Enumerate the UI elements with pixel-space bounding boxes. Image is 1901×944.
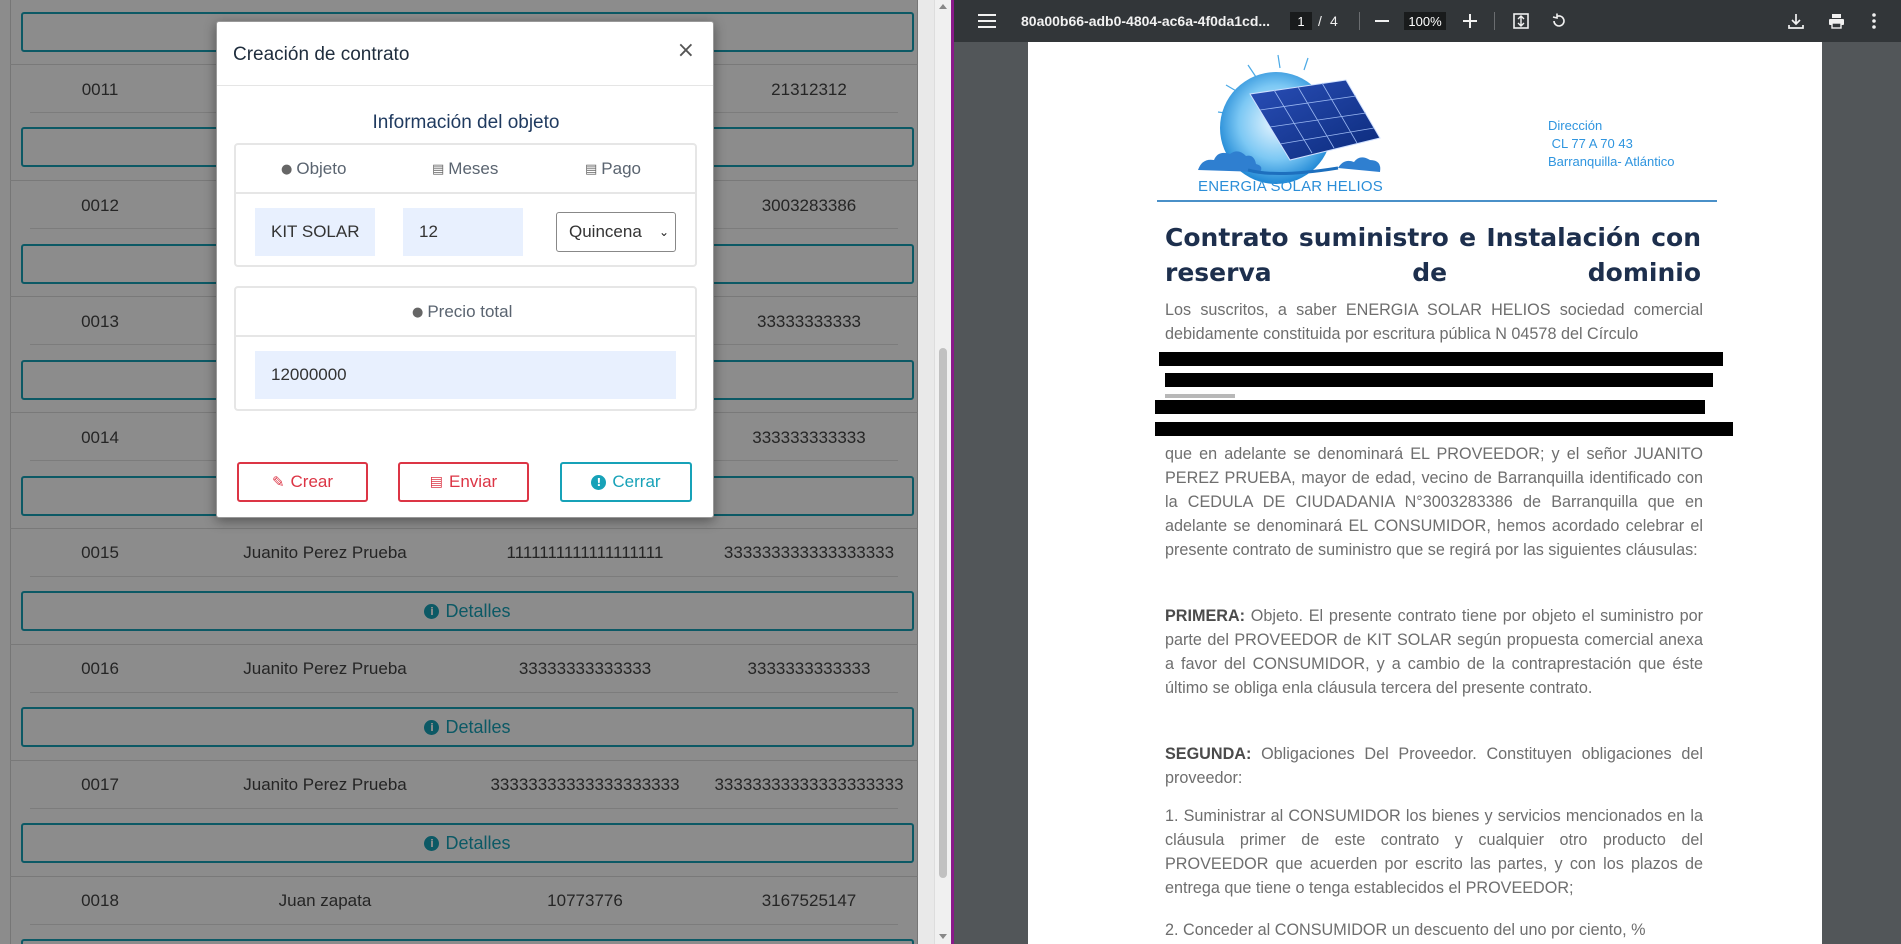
close-button[interactable]: ! Cerrar (560, 462, 692, 502)
address-label: Dirección (1548, 118, 1603, 133)
menu-icon[interactable] (974, 0, 1000, 42)
clause-item-1: 1. Suministrar al CONSUMIDOR los bienes … (1165, 807, 1703, 897)
header-months: ▤ Meses (432, 159, 498, 179)
redaction-bar (1165, 373, 1713, 387)
contract-title: Contrato suministro e Instalación con re… (1165, 223, 1701, 287)
toolbar-separator (1494, 12, 1495, 30)
clause-second-label: SEGUNDA: (1165, 745, 1252, 763)
user-icon: ● (412, 304, 424, 320)
contracts-list-pane: 0011 21312312 0012 3003283386 0013 33333… (0, 0, 918, 944)
create-button-label: Crear (290, 472, 334, 491)
pdf-viewer: 80a00b66-adb0-4804-ac6a-4f0da1cd... 1 / … (954, 0, 1901, 944)
clause-second: SEGUNDA: Obligaciones Del Proveedor. Con… (1165, 742, 1703, 790)
chevron-down-icon: ⌄ (658, 225, 669, 239)
payment-select[interactable]: Quincena ⌄ (556, 212, 676, 252)
print-icon[interactable] (1824, 0, 1848, 42)
close-icon[interactable]: × (677, 38, 695, 63)
section-title: Información del objeto (372, 112, 560, 133)
send-button[interactable]: ▤ Enviar (398, 462, 529, 502)
send-button-label: Enviar (449, 472, 498, 491)
id-card-icon: ▤ (585, 161, 598, 177)
contract-creation-modal: Creación de contrato × Información del o… (216, 21, 714, 518)
toolbar-separator (1359, 12, 1360, 30)
page-separator: / (1318, 13, 1322, 29)
more-options-icon[interactable] (1864, 0, 1884, 42)
close-button-label: Cerrar (612, 472, 661, 491)
user-icon: ● (281, 161, 293, 177)
pdf-toolbar: 80a00b66-adb0-4804-ac6a-4f0da1cd... 1 / … (954, 0, 1901, 42)
object-card-header: ● Objeto ▤ Meses ▤ Pago (236, 145, 695, 194)
edit-icon: ✎ (271, 473, 285, 491)
zoom-out-icon[interactable] (1372, 0, 1392, 42)
fit-page-icon[interactable] (1509, 0, 1533, 42)
header-payment-label: Pago (601, 159, 641, 178)
download-icon[interactable] (1784, 0, 1808, 42)
scrollbar-thumb[interactable] (939, 348, 947, 878)
rotate-icon[interactable] (1547, 0, 1571, 42)
create-button[interactable]: ✎ Crear (237, 462, 368, 502)
vertical-scrollbar[interactable] (934, 0, 951, 944)
clause-first: PRIMERA: Objeto. El presente contrato ti… (1165, 604, 1703, 700)
header-total: ● Precio total (412, 302, 512, 322)
header-payment: ▤ Pago (585, 159, 641, 179)
clause-first-text: Objeto. El presente contrato tiene por o… (1165, 607, 1703, 697)
header-months-label: Meses (448, 159, 499, 178)
address-line-1: CL 77 A 70 43 (1548, 136, 1633, 151)
total-price-input[interactable]: 12000000 (255, 351, 676, 399)
scroll-down-icon[interactable] (939, 934, 947, 939)
document-title: 80a00b66-adb0-4804-ac6a-4f0da1cd... (1021, 13, 1271, 29)
scroll-up-icon[interactable] (939, 4, 947, 9)
header-object: ● Objeto (281, 159, 346, 179)
page-total: 4 (1330, 13, 1338, 29)
header-object-label: Objeto (296, 159, 347, 178)
object-info-card: ● Objeto ▤ Meses ▤ Pago KIT SOLAR 12 Qui… (234, 143, 697, 267)
id-card-icon: ▤ (432, 161, 445, 177)
text-fragment (1165, 394, 1235, 398)
intro-paragraph-bottom: que en adelante se denominará EL PROVEED… (1165, 445, 1703, 559)
modal-title: Creación de contrato (233, 44, 410, 65)
header-rule (1157, 200, 1717, 202)
payment-select-value: Quincena (569, 222, 642, 241)
redaction-bar (1159, 352, 1723, 366)
months-input[interactable]: 12 (403, 208, 523, 256)
total-card-header: ● Precio total (236, 288, 695, 337)
header-total-label: Precio total (427, 302, 513, 321)
object-field[interactable]: KIT SOLAR (255, 208, 375, 256)
page-number-input[interactable]: 1 (1290, 12, 1312, 30)
zoom-in-icon[interactable] (1460, 0, 1480, 42)
id-card-icon: ▤ (429, 474, 444, 490)
clause-item-2: 2. Conceder al CONSUMIDOR un descuento d… (1165, 921, 1646, 939)
zoom-level-input[interactable]: 100% (1404, 12, 1446, 30)
redaction-bar (1155, 422, 1733, 436)
address-line-2: Barranquilla- Atlántico (1548, 154, 1675, 169)
pdf-page: ENERGIA SOLAR HELIOS Dirección CL 77 A 7… (1028, 42, 1822, 944)
pane-gap (918, 0, 934, 944)
exclamation-icon: ! (591, 474, 607, 490)
clause-first-label: PRIMERA: (1165, 607, 1246, 625)
redaction-bar (1155, 400, 1705, 414)
modal-header: Creación de contrato × (217, 22, 713, 86)
total-price-card: ● Precio total 12000000 (234, 286, 697, 411)
intro-paragraph-top: Los suscritos, a saber ENERGIA SOLAR HEL… (1165, 301, 1703, 343)
company-logo-text: ENERGIA SOLAR HELIOS (1198, 178, 1383, 195)
